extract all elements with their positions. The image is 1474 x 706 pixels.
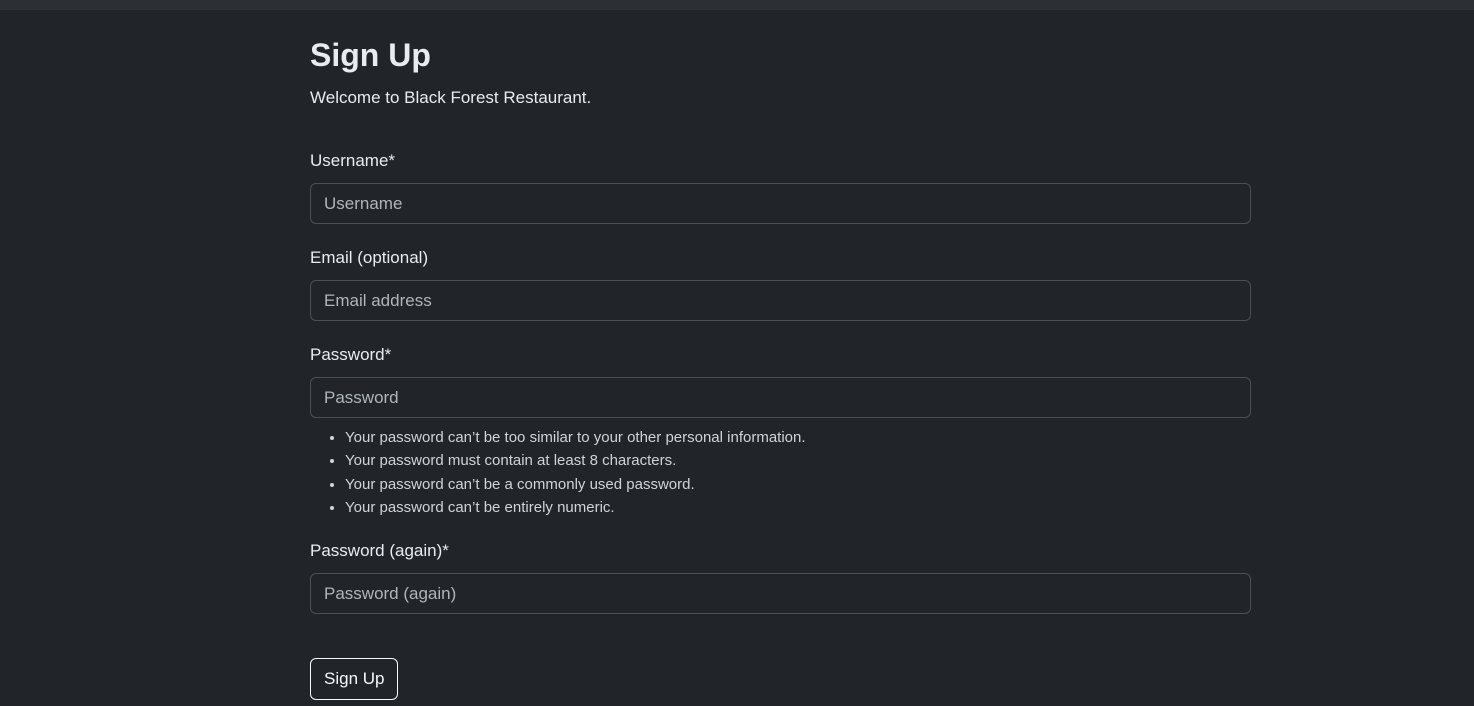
password-group: Password* Your password can’t be too sim… — [310, 343, 1251, 519]
password-again-input[interactable] — [310, 573, 1251, 615]
email-group: Email (optional) — [310, 246, 1251, 321]
username-group: Username* — [310, 149, 1251, 224]
password-help-list: Your password can’t be too similar to yo… — [310, 426, 1251, 519]
welcome-text: Welcome to Black Forest Restaurant. — [310, 88, 592, 107]
sign-up-button[interactable]: Sign Up — [310, 658, 399, 701]
password-help-item: Your password can’t be entirely numeric. — [345, 496, 1251, 519]
email-label: Email (optional) — [310, 248, 429, 267]
password-input[interactable] — [310, 377, 1251, 418]
page-title: Sign Up — [310, 37, 431, 73]
top-strip — [0, 0, 1474, 10]
password-again-label: Password (again)* — [310, 541, 449, 561]
signup-form: Username* Email (optional) Password* You… — [310, 149, 1251, 701]
username-label: Username* — [310, 151, 396, 170]
password-again-group: Password (again)* — [310, 539, 1251, 615]
password-help-item: Your password must contain at least 8 ch… — [345, 449, 1251, 472]
username-input[interactable] — [310, 183, 1251, 224]
email-input[interactable] — [310, 280, 1251, 321]
password-help-item: Your password can’t be a commonly used p… — [345, 473, 1251, 496]
password-help-item: Your password can’t be too similar to yo… — [345, 426, 1251, 449]
password-label: Password* — [310, 345, 392, 364]
signup-container: Sign Up Welcome to Black Forest Restaura… — [310, 34, 1251, 701]
